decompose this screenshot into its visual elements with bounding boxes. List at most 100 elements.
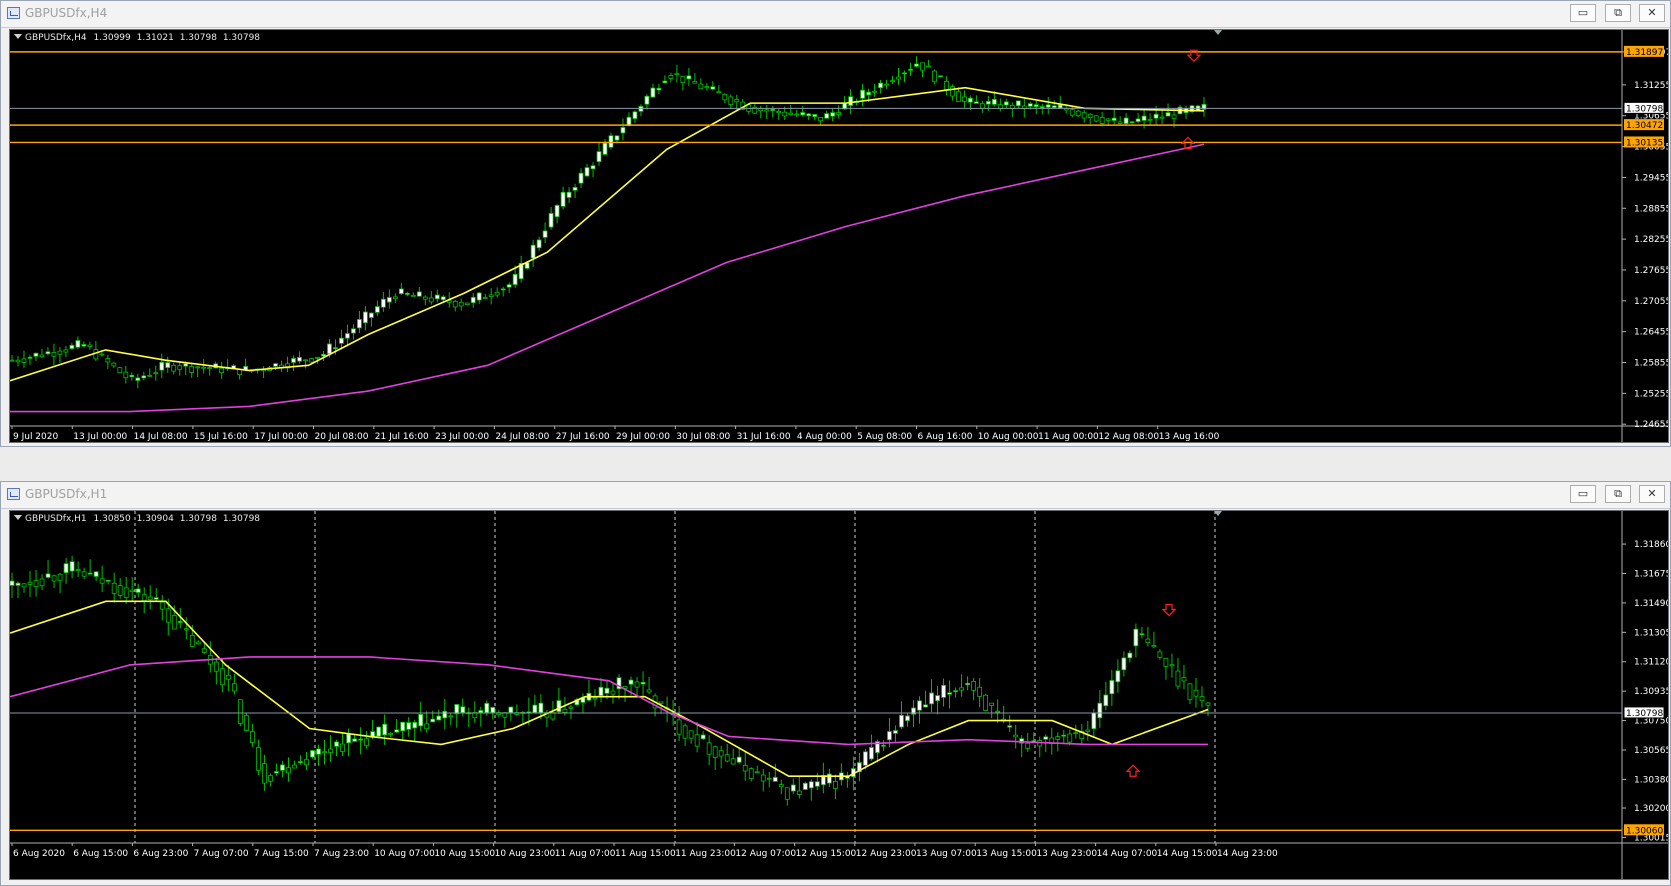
- price-chart[interactable]: 1.31860 1.31675 1.31490 1.31305 1.31120 1.309…: [9, 510, 1669, 880]
- candle-body: [592, 697, 598, 700]
- window-titlebar[interactable]: GBPUSDfx,H4 ▭ ⧉ ✕: [1, 1, 1670, 28]
- candle-body: [1075, 110, 1081, 117]
- candle-body: [494, 291, 500, 296]
- price-label: 1.26455: [1634, 328, 1669, 338]
- candle-body: [478, 710, 484, 714]
- arrow-down-icon: [1161, 603, 1177, 617]
- candle-body: [93, 571, 99, 577]
- candle-body: [920, 62, 925, 71]
- chart-window-h4[interactable]: GBPUSDfx,H4 ▭ ⧉ ✕ 1.318971.312551.306551…: [0, 0, 1671, 447]
- candle-body: [339, 337, 344, 344]
- candle-body: [147, 374, 153, 377]
- minimize-button[interactable]: ▭: [1570, 4, 1596, 22]
- candle-body: [1097, 702, 1103, 719]
- candle-body: [292, 764, 297, 769]
- time-label: 12 Aug 07:00: [735, 849, 796, 859]
- candle-body: [328, 748, 333, 753]
- candle-body: [225, 674, 231, 680]
- candle-body: [422, 296, 428, 300]
- candle-body: [956, 91, 961, 102]
- candle-body: [947, 692, 952, 695]
- window-titlebar[interactable]: GBPUSDfx,H1 ▭ ⧉ ✕: [1, 482, 1670, 509]
- price-label: 1.31120: [1634, 658, 1669, 668]
- candle-body: [177, 621, 183, 623]
- candle-body: [760, 774, 766, 782]
- candle-body: [189, 366, 195, 373]
- time-label: 14 Jul 08:00: [134, 432, 188, 442]
- candle-body: [418, 714, 424, 727]
- candle-body: [440, 296, 446, 301]
- candle-body: [213, 661, 219, 672]
- candle-body: [442, 710, 448, 719]
- candle-body: [1153, 113, 1159, 119]
- arrow-up-icon: [1125, 764, 1141, 777]
- candle-body: [1157, 651, 1163, 658]
- candle-body: [153, 597, 159, 600]
- candle-body: [81, 571, 87, 577]
- time-label: 14 Aug 23:00: [1217, 849, 1278, 859]
- price-chart[interactable]: 1.318971.312551.306551.300551.294551.288…: [9, 29, 1669, 443]
- candle-body: [644, 95, 650, 105]
- candle-body: [1163, 657, 1169, 667]
- time-label: 13 Aug 16:00: [1159, 432, 1220, 442]
- candle-body: [315, 356, 320, 359]
- candle-body: [1115, 670, 1121, 683]
- candle-body: [608, 135, 614, 148]
- chart-canvas[interactable]: 1.318971.312551.306551.300551.294551.288…: [10, 30, 1669, 443]
- candle-body: [1093, 115, 1099, 122]
- candle-body: [237, 699, 243, 724]
- price-label: 1.31255: [1634, 81, 1669, 91]
- candle-body: [1139, 633, 1145, 636]
- maximize-button[interactable]: ⧉: [1605, 4, 1631, 22]
- candle-body: [830, 112, 836, 117]
- candle-body: [776, 110, 782, 114]
- candle-body: [123, 587, 129, 598]
- high-value: 1.30904: [136, 514, 174, 524]
- candle-body: [917, 700, 922, 711]
- candle-body: [1045, 104, 1051, 108]
- minimize-button[interactable]: ▭: [1570, 485, 1596, 503]
- candle-body: [730, 758, 736, 765]
- chevron-down-icon[interactable]: [14, 34, 22, 39]
- candle-body: [866, 91, 871, 96]
- price-label: 1.28855: [1634, 204, 1669, 214]
- candle-body: [772, 776, 778, 782]
- price-label: 1.28255: [1634, 235, 1669, 245]
- candle-body: [448, 715, 454, 718]
- time-label: 30 Jul 08:00: [676, 432, 730, 442]
- candle-body: [602, 142, 608, 155]
- candle-body: [153, 372, 159, 375]
- candle-body: [863, 751, 868, 766]
- candle-body: [357, 319, 362, 329]
- candle-body: [676, 719, 682, 735]
- time-label: 11 Aug 15:00: [615, 849, 676, 859]
- candle-body: [1175, 670, 1181, 687]
- candle-body: [562, 708, 568, 713]
- candle-body: [33, 352, 39, 357]
- candle-body: [878, 82, 883, 89]
- symbol-label: GBPUSDfx,H1: [25, 514, 87, 524]
- candle-body: [556, 700, 562, 712]
- candle-body: [392, 296, 398, 300]
- candle-body: [800, 112, 806, 116]
- candle-body: [141, 375, 147, 379]
- candle-body: [1043, 736, 1049, 740]
- candle-body: [536, 239, 542, 249]
- candle-body: [1129, 121, 1135, 124]
- candle-body: [452, 300, 458, 308]
- candle-body: [1141, 115, 1147, 121]
- close-button[interactable]: ✕: [1639, 4, 1665, 22]
- candle-body: [712, 746, 718, 758]
- candle-body: [674, 73, 680, 76]
- candle-body: [973, 101, 979, 104]
- close-button[interactable]: ✕: [1639, 485, 1665, 503]
- candle-body: [1103, 694, 1109, 707]
- candle-body: [884, 83, 889, 86]
- candle-body: [724, 754, 730, 762]
- candle-body: [578, 172, 584, 184]
- candle-body: [1151, 645, 1157, 648]
- maximize-button[interactable]: ⧉: [1605, 485, 1631, 503]
- chart-window-h1[interactable]: GBPUSDfx,H1 ▭ ⧉ ✕ 1.31860 1.31675 1.31490 1…: [0, 481, 1671, 886]
- chevron-down-icon[interactable]: [14, 515, 22, 520]
- chart-canvas[interactable]: 1.31860 1.31675 1.31490 1.31305 1.31120 1.309…: [10, 511, 1669, 880]
